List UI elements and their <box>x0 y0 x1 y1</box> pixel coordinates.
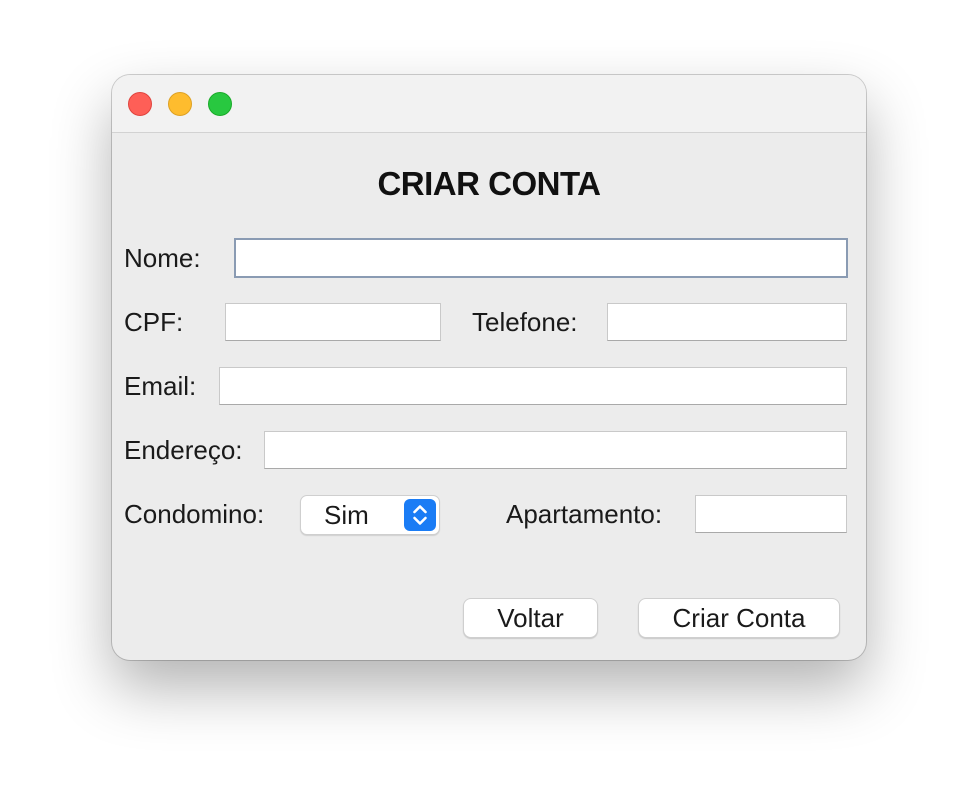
email-field[interactable] <box>219 367 847 405</box>
page-title: CRIAR CONTA <box>377 165 601 202</box>
voltar-button[interactable]: Voltar <box>463 598 598 638</box>
telefone-field[interactable] <box>607 303 847 341</box>
apartamento-label: Apartamento: <box>506 499 663 529</box>
condomino-selected-value: Sim <box>324 500 369 530</box>
telefone-label: Telefone: <box>472 307 578 337</box>
nome-label: Nome: <box>124 243 201 273</box>
minimize-icon[interactable] <box>168 92 192 116</box>
close-icon[interactable] <box>128 92 152 116</box>
cpf-field[interactable] <box>225 303 441 341</box>
criar-conta-button[interactable]: Criar Conta <box>638 598 840 638</box>
title-bar <box>112 75 866 133</box>
zoom-icon[interactable] <box>208 92 232 116</box>
nome-field[interactable] <box>234 238 848 278</box>
apartamento-field[interactable] <box>695 495 847 533</box>
condomino-select[interactable]: Sim <box>300 495 440 535</box>
condomino-label: Condomino: <box>124 499 265 529</box>
endereco-field[interactable] <box>264 431 847 469</box>
email-label: Email: <box>124 371 197 401</box>
chevron-up-down-icon <box>404 499 436 531</box>
endereco-label: Endereço: <box>124 435 243 465</box>
cpf-label: CPF: <box>124 307 184 337</box>
criar-conta-window: CRIAR CONTA Nome: CPF: Telefone: Email: … <box>112 75 866 660</box>
